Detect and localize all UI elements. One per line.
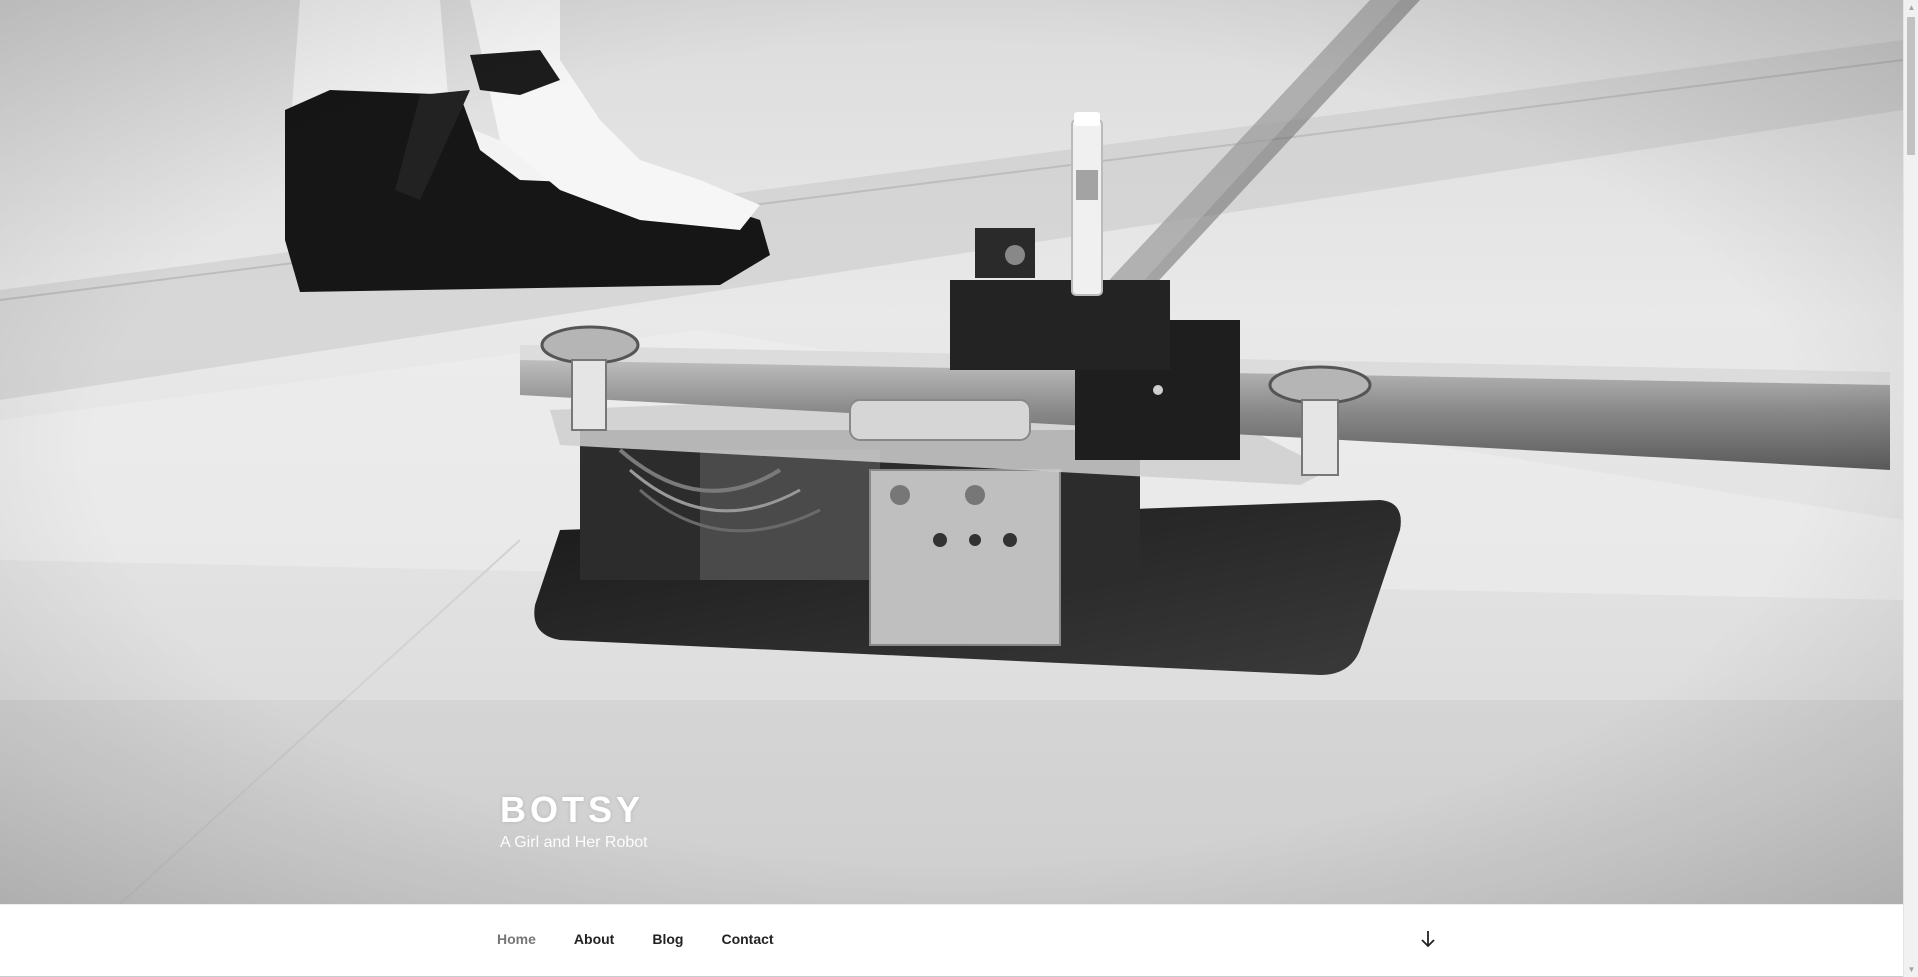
nav-item-home[interactable]: Home <box>478 927 555 951</box>
arrow-down-icon <box>1421 931 1435 948</box>
browser-viewport: BOTSY A Girl and Her Robot Home About Bl… <box>0 0 1903 977</box>
scroll-up-arrow-icon[interactable]: ▲ <box>1904 0 1918 15</box>
scrollbar-thumb[interactable] <box>1907 17 1915 155</box>
scroll-down-arrow-icon[interactable]: ▼ <box>1904 962 1918 977</box>
nav-item-about[interactable]: About <box>555 927 633 951</box>
nav-menu: Home About Blog Contact <box>478 927 793 951</box>
site-description: A Girl and Her Robot <box>500 834 648 851</box>
header-image: BOTSY A Girl and Her Robot <box>0 0 1903 904</box>
nav-item-blog[interactable]: Blog <box>633 927 702 951</box>
nav-item-contact[interactable]: Contact <box>702 927 792 951</box>
site-title[interactable]: BOTSY <box>500 790 648 830</box>
site-branding: BOTSY A Girl and Her Robot <box>500 790 648 854</box>
page: BOTSY A Girl and Her Robot Home About Bl… <box>0 0 1918 977</box>
vertical-scrollbar[interactable]: ▲ ▼ <box>1903 0 1918 977</box>
main-navigation: Home About Blog Contact <box>0 904 1903 977</box>
hero-photo <box>0 0 1903 904</box>
scroll-down-button[interactable] <box>1416 927 1440 951</box>
